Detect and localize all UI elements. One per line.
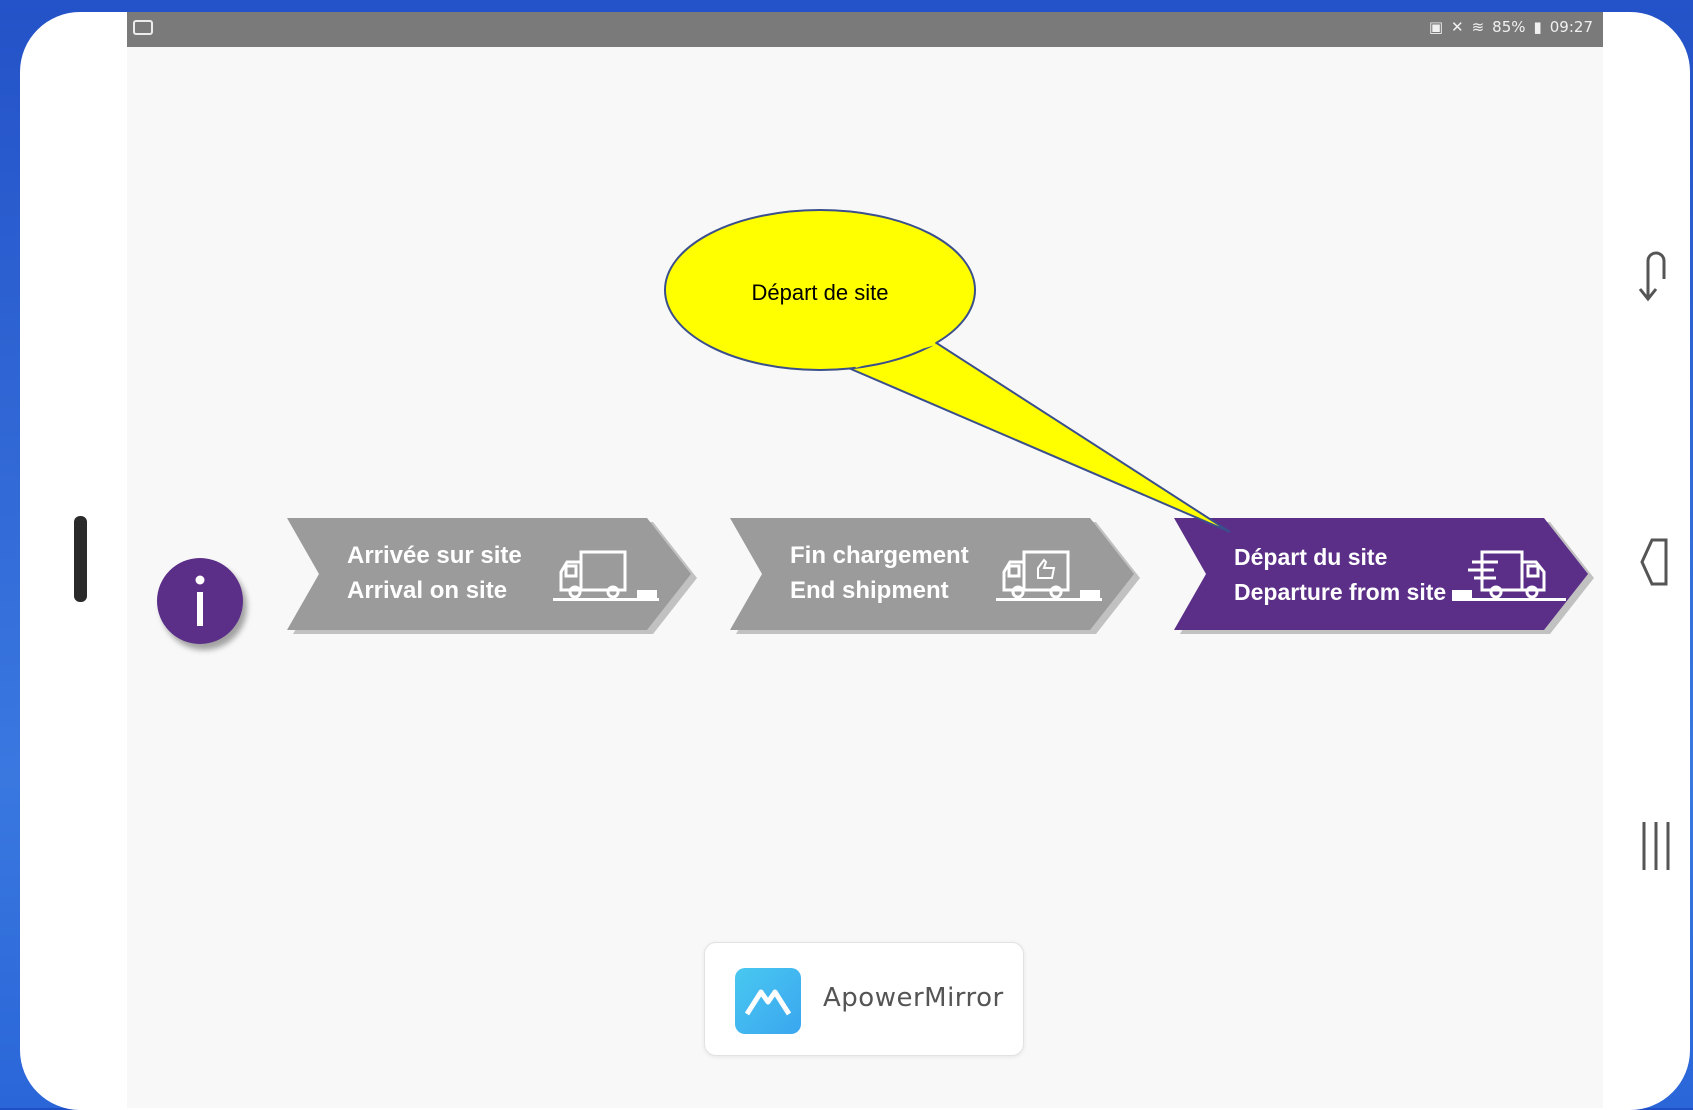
recent-apps-icon[interactable]	[1640, 818, 1672, 874]
callout-text: Départ de site	[751, 280, 889, 305]
apowermirror-logo-icon	[735, 968, 801, 1034]
rotate-icon[interactable]	[1636, 245, 1672, 305]
back-icon[interactable]	[1638, 536, 1670, 588]
apowermirror-badge: ApowerMirror	[704, 942, 1024, 1056]
apowermirror-name: ApowerMirror	[823, 983, 1004, 1013]
